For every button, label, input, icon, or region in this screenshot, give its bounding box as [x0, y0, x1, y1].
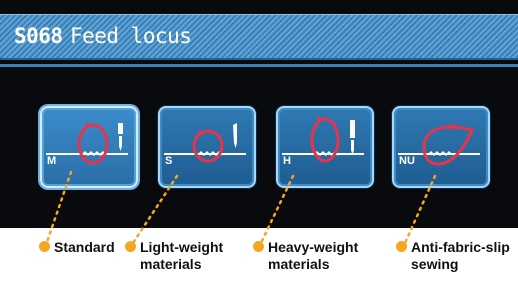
- title-divider: [0, 64, 518, 67]
- label-line: sewing: [411, 256, 459, 272]
- feed-mode-button-nu[interactable]: NU: [392, 106, 490, 188]
- needle-icon: [350, 120, 355, 155]
- feed-locus-icon: [46, 122, 128, 165]
- callout-dot: [39, 241, 50, 252]
- page-title: Feed locus: [70, 24, 192, 48]
- label-heavy-weight: Heavy-weight materials: [268, 239, 358, 273]
- feed-locus-icon: [282, 116, 364, 163]
- needle-icon: [118, 123, 123, 151]
- label-line: materials: [140, 256, 202, 272]
- needle-icon: [233, 123, 237, 148]
- feed-mode-button-m[interactable]: M: [40, 106, 138, 188]
- label-line: Heavy-weight: [268, 239, 359, 255]
- label-line: Anti-fabric-slip: [411, 239, 510, 255]
- label-line: materials: [268, 256, 330, 272]
- panel-screen: S068 Feed locus M S H NU: [0, 0, 518, 228]
- title-bar: S068 Feed locus: [0, 14, 518, 60]
- callout-dot: [253, 241, 264, 252]
- label-standard: Standard: [54, 239, 115, 255]
- feed-locus-icon: [164, 123, 246, 163]
- label-line: Light-weight: [140, 239, 224, 255]
- mode-letter: S: [165, 155, 173, 167]
- label-light-weight: Light-weight materials: [140, 239, 223, 273]
- callout-dot: [396, 241, 407, 252]
- feed-mode-button-h[interactable]: H: [276, 106, 374, 188]
- feed-locus-icon: [398, 124, 480, 166]
- label-anti-fabric-slip: Anti-fabric-slip sewing: [411, 239, 510, 273]
- feed-mode-button-s[interactable]: S: [158, 106, 256, 188]
- screen-code: S068: [14, 24, 63, 48]
- callout-dot: [125, 241, 136, 252]
- mode-letter: NU: [399, 155, 415, 167]
- mode-letter: M: [47, 155, 57, 167]
- mode-letter: H: [283, 155, 291, 167]
